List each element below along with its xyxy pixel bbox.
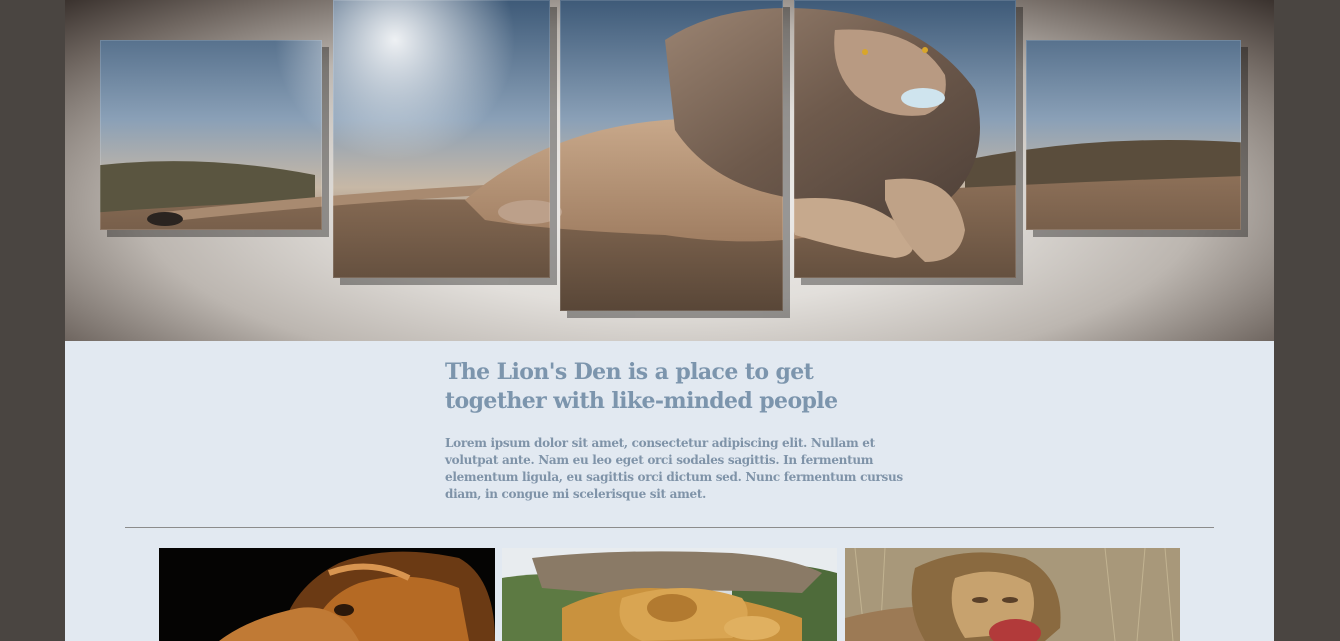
photo-gallery [159, 548, 1181, 641]
intro-section: The Lion's Den is a place to get togethe… [445, 358, 905, 503]
gallery-item-lions-lying[interactable] [502, 548, 837, 641]
gallery-item-lion-profile[interactable] [159, 548, 495, 641]
lions-lying-image [502, 548, 837, 641]
section-divider [125, 527, 1214, 528]
hero-banner [65, 0, 1274, 341]
intro-heading: The Lion's Den is a place to get togethe… [445, 359, 838, 414]
intro-body-text: Lorem ipsum dolor sit amet, consectetur … [445, 436, 903, 501]
lion-profile-image [159, 548, 495, 641]
gallery-item-lion-eating[interactable] [845, 548, 1180, 641]
hero-lion-panels-image [100, 0, 1248, 318]
lion-eating-image [845, 548, 1180, 641]
page-container: The Lion's Den is a place to get togethe… [65, 0, 1274, 641]
